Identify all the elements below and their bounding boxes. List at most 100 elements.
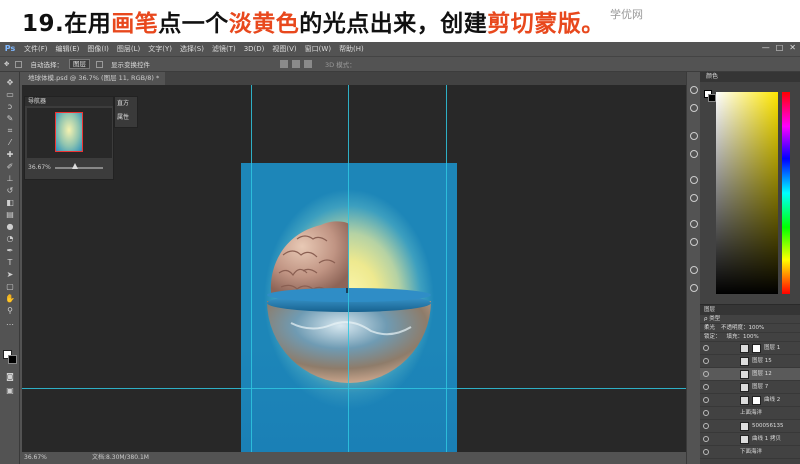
visibility-eye-icon[interactable] (703, 436, 709, 442)
type-icon[interactable]: T (5, 258, 15, 267)
navigator-zoom-knob[interactable] (72, 163, 78, 169)
blend-mode-dropdown[interactable]: 柔光 (704, 324, 715, 332)
visibility-eye-icon[interactable] (703, 384, 709, 390)
pen-icon[interactable]: ✒ (5, 246, 15, 255)
shape-icon[interactable]: ▢ (5, 282, 15, 291)
history-icon[interactable] (690, 86, 698, 94)
document-tab[interactable]: 地球体模.psd @ 36.7% (图层 11, RGB/8) * (22, 72, 166, 85)
fill-field[interactable]: 填充：100% (727, 333, 759, 341)
layer-row[interactable]: 500056135 (700, 420, 800, 433)
crop-icon[interactable]: ⌗ (5, 126, 15, 135)
color-picker-field[interactable] (716, 92, 778, 294)
paths-icon[interactable] (690, 266, 698, 274)
menu-select[interactable]: 选择(S) (176, 44, 208, 54)
more-tools-icon[interactable]: … (5, 318, 15, 327)
paragraph-icon[interactable] (690, 132, 698, 140)
histogram-tab[interactable]: 直方 (115, 97, 137, 111)
stamp-icon[interactable]: ⊥ (5, 174, 15, 183)
dodge-icon[interactable]: ◔ (5, 234, 15, 243)
navigator-preview[interactable] (27, 108, 112, 158)
auto-select-checkbox[interactable] (15, 60, 23, 68)
visibility-eye-icon[interactable] (703, 371, 709, 377)
step-title: 19.在用画笔点一个淡黄色的光点出来，创建剪切蒙版。 (22, 4, 605, 38)
menu-file[interactable]: 文件(F) (20, 44, 52, 54)
align-bottom-icon[interactable] (304, 60, 312, 68)
background-color-swatch[interactable] (8, 355, 17, 364)
navigator-view-box[interactable] (55, 112, 83, 152)
visibility-eye-icon[interactable] (703, 397, 709, 403)
eyedropper-icon[interactable]: ⁄ (5, 138, 15, 147)
menu-edit[interactable]: 编辑(E) (52, 44, 84, 54)
visibility-eye-icon[interactable] (703, 410, 709, 416)
healing-icon[interactable]: ✚ (5, 150, 15, 159)
visibility-eye-icon[interactable] (703, 449, 709, 455)
hand-icon[interactable]: ✋ (5, 294, 15, 303)
path-select-icon[interactable]: ➤ (5, 270, 15, 279)
layer-thumbnail (740, 396, 749, 405)
guide-line-h[interactable] (22, 388, 686, 389)
layer-row[interactable]: 曲线 2 (700, 394, 800, 407)
guide-line-2[interactable] (348, 85, 349, 452)
zoom-icon[interactable]: ⚲ (5, 306, 15, 315)
menu-type[interactable]: 文字(Y) (144, 44, 176, 54)
quick-select-icon[interactable]: ✎ (5, 114, 15, 123)
adjustments-icon[interactable] (690, 220, 698, 228)
document-canvas[interactable] (241, 163, 457, 452)
layer-mask-thumbnail[interactable] (752, 344, 761, 353)
menu-filter[interactable]: 滤镜(T) (208, 44, 240, 54)
navigator-zoom-slider[interactable] (55, 167, 103, 169)
layer-group-row[interactable]: 下面海洋 (700, 446, 800, 459)
navigator-zoom[interactable]: 36.67% (28, 164, 51, 171)
swatches-icon[interactable] (690, 176, 698, 184)
align-middle-icon[interactable] (292, 60, 300, 68)
hue-slider[interactable] (782, 92, 790, 294)
layer-row[interactable]: 图层 7 (700, 381, 800, 394)
photoshop-window: Ps 文件(F) 编辑(E) 图像(I) 图层(L) 文字(Y) 选择(S) 滤… (0, 42, 800, 464)
auto-select-dropdown[interactable]: 图层 (68, 59, 90, 69)
layer-group-row[interactable]: 上面海洋 (700, 407, 800, 420)
blur-icon[interactable]: ● (5, 222, 15, 231)
gradient-icon[interactable]: ▤ (5, 210, 15, 219)
marquee-icon[interactable]: ▭ (5, 90, 15, 99)
maximize-icon[interactable]: □ (776, 43, 784, 52)
visibility-eye-icon[interactable] (703, 423, 709, 429)
libraries-icon[interactable] (690, 284, 698, 292)
visibility-eye-icon[interactable] (703, 358, 709, 364)
brush-icon[interactable]: ✐ (5, 162, 15, 171)
canvas-area[interactable] (22, 85, 686, 452)
move-icon[interactable]: ✥ (5, 78, 15, 87)
opacity-field[interactable]: 不透明度：100% (721, 324, 764, 332)
menu-view[interactable]: 视图(V) (268, 44, 300, 54)
guide-line-3[interactable] (446, 85, 447, 452)
close-icon[interactable]: ✕ (789, 43, 796, 52)
menu-window[interactable]: 窗口(W) (301, 44, 335, 54)
styles-icon[interactable] (690, 194, 698, 202)
menu-3d[interactable]: 3D(D) (240, 45, 269, 53)
guide-line-1[interactable] (251, 85, 252, 452)
menu-help[interactable]: 帮助(H) (335, 44, 368, 54)
screen-mode-icon[interactable]: ▣ (5, 386, 15, 395)
layer-filter-dropdown[interactable]: ρ 类型 (704, 315, 720, 323)
history-brush-icon[interactable]: ↺ (5, 186, 15, 195)
menu-layer[interactable]: 图层(L) (113, 44, 144, 54)
align-top-icon[interactable] (280, 60, 288, 68)
quick-mask-icon[interactable]: ◙ (5, 372, 15, 381)
channels-icon[interactable] (690, 238, 698, 246)
eraser-icon[interactable]: ◧ (5, 198, 15, 207)
layer-row[interactable]: 图层 15 (700, 355, 800, 368)
character-icon[interactable] (690, 150, 698, 158)
show-transform-checkbox[interactable] (95, 60, 103, 68)
actions-icon[interactable] (690, 104, 698, 112)
visibility-eye-icon[interactable] (703, 345, 709, 351)
status-zoom[interactable]: 36.67% (24, 454, 47, 461)
properties-tab[interactable]: 属性 (115, 111, 137, 125)
panel-bg-swatch[interactable] (708, 94, 716, 102)
layer-row-selected[interactable]: 图层 12 (700, 368, 800, 381)
layer-mask-thumbnail[interactable] (752, 396, 761, 405)
menu-image[interactable]: 图像(I) (83, 44, 113, 54)
lasso-icon[interactable]: ↄ (5, 102, 15, 111)
layer-row[interactable]: 图层 1 (700, 342, 800, 355)
layer-row[interactable]: 曲线 1 拷贝 (700, 433, 800, 446)
move-tool-icon[interactable]: ✥ (4, 60, 9, 68)
minimize-icon[interactable]: — (762, 43, 770, 52)
